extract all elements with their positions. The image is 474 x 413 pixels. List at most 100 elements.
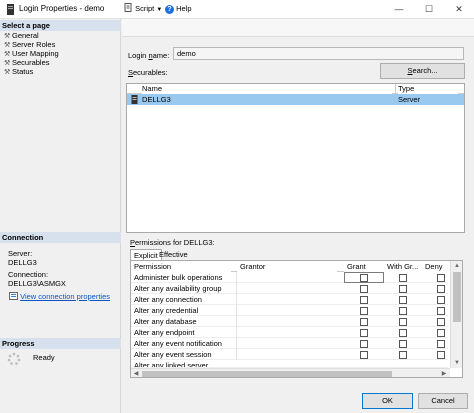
- table-row[interactable]: Alter any connection: [131, 294, 448, 305]
- securable-name: DELLG3: [142, 95, 171, 104]
- column-header-grantor[interactable]: Grantor: [237, 261, 337, 272]
- maximize-button[interactable]: ☐: [414, 0, 444, 19]
- column-divider: [395, 84, 396, 94]
- scroll-left-arrow-icon[interactable]: ◀: [131, 369, 141, 377]
- select-page-header: Select a page: [0, 20, 121, 31]
- grant-checkbox[interactable]: [360, 285, 368, 293]
- grant-checkbox[interactable]: [360, 274, 368, 282]
- grant-checkbox[interactable]: [360, 307, 368, 315]
- column-divider: [236, 349, 237, 360]
- column-divider: [236, 327, 237, 338]
- wrench-icon: ⚒: [4, 69, 11, 76]
- login-name-field[interactable]: demo: [173, 47, 464, 60]
- help-icon: ?: [165, 5, 174, 14]
- scroll-right-arrow-icon[interactable]: ▶: [439, 369, 449, 377]
- grant-checkbox[interactable]: [360, 329, 368, 337]
- table-row[interactable]: Alter any database: [131, 316, 448, 327]
- permissions-label: Permissions for DELLG3:: [130, 238, 215, 247]
- connection-value: DELLG3\ASMGX: [8, 279, 66, 288]
- view-connection-properties-link[interactable]: View connection properties: [9, 292, 110, 301]
- permissions-grid[interactable]: Permission Grantor Grant With Gr... Deny…: [130, 260, 463, 378]
- deny-checkbox[interactable]: [437, 296, 445, 304]
- permission-name: Alter any credential: [134, 306, 199, 315]
- tab-effective[interactable]: Effective: [156, 249, 191, 260]
- scroll-down-arrow-icon[interactable]: ▼: [452, 358, 462, 368]
- table-row[interactable]: Alter any linked server: [131, 360, 448, 368]
- progress-header: Progress: [0, 338, 121, 349]
- grant-checkbox[interactable]: [360, 318, 368, 326]
- permission-name: Alter any connection: [134, 295, 202, 304]
- column-header-permission[interactable]: Permission: [131, 261, 231, 272]
- page-item-general[interactable]: ⚒ General: [4, 31, 39, 40]
- column-divider: [236, 305, 237, 316]
- permission-name: Alter any database: [134, 317, 197, 326]
- connection-label: Connection:: [8, 270, 49, 279]
- deny-checkbox[interactable]: [437, 329, 445, 337]
- page-item-status[interactable]: ⚒ Status: [4, 67, 33, 76]
- connection-header: Connection: [0, 232, 121, 243]
- with-grant-checkbox[interactable]: [399, 329, 407, 337]
- close-button[interactable]: ✕: [444, 0, 474, 19]
- grant-checkbox[interactable]: [360, 296, 368, 304]
- scrollbar-thumb[interactable]: [142, 371, 392, 377]
- cancel-button[interactable]: Cancel: [418, 393, 468, 409]
- grant-checkbox[interactable]: [360, 351, 368, 359]
- login-name-label: Login name:: [128, 51, 170, 60]
- permission-name: Alter any availability group: [134, 284, 222, 293]
- page-item-securables[interactable]: ⚒ Securables: [4, 58, 50, 67]
- with-grant-checkbox[interactable]: [399, 307, 407, 315]
- securable-type: Server: [398, 95, 421, 104]
- table-row[interactable]: Alter any event session: [131, 349, 448, 360]
- page-item-user-mapping[interactable]: ⚒ User Mapping: [4, 49, 59, 58]
- permission-name: Alter any event session: [134, 350, 212, 359]
- with-grant-checkbox[interactable]: [399, 340, 407, 348]
- horizontal-scrollbar[interactable]: ◀ ▶: [131, 368, 450, 377]
- deny-checkbox[interactable]: [437, 274, 445, 282]
- column-divider: [236, 283, 237, 294]
- help-button[interactable]: ? Help: [165, 3, 192, 15]
- column-header-grant[interactable]: Grant: [344, 261, 384, 272]
- column-divider: [236, 316, 237, 327]
- table-row[interactable]: Alter any event notification: [131, 338, 448, 349]
- column-header-deny[interactable]: Deny: [422, 261, 452, 272]
- toolbar: [122, 19, 474, 37]
- deny-checkbox[interactable]: [437, 285, 445, 293]
- ok-button[interactable]: OK: [362, 393, 413, 409]
- deny-checkbox[interactable]: [437, 351, 445, 359]
- search-button[interactable]: Search...: [380, 63, 465, 79]
- column-header-with-grant[interactable]: With Gr...: [384, 261, 424, 272]
- permission-name: Administer bulk operations: [134, 273, 223, 282]
- with-grant-checkbox[interactable]: [399, 296, 407, 304]
- vertical-scrollbar[interactable]: ▲ ▼: [450, 261, 462, 368]
- script-button[interactable]: Script ▼: [124, 3, 162, 16]
- table-row[interactable]: Alter any availability group: [131, 283, 448, 294]
- permission-name: Alter any linked server: [134, 361, 209, 368]
- progress-spinner-icon: [7, 352, 21, 365]
- server-icon: [131, 95, 138, 104]
- column-divider: [236, 294, 237, 305]
- minimize-button[interactable]: —: [384, 0, 414, 19]
- permission-name: Alter any event notification: [134, 339, 222, 348]
- with-grant-checkbox[interactable]: [399, 351, 407, 359]
- with-grant-checkbox[interactable]: [399, 285, 407, 293]
- grant-checkbox[interactable]: [360, 340, 368, 348]
- page-item-server-roles[interactable]: ⚒ Server Roles: [4, 40, 55, 49]
- deny-checkbox[interactable]: [437, 318, 445, 326]
- server-value: DELLG3: [8, 258, 37, 267]
- scrollbar-thumb[interactable]: [453, 272, 461, 322]
- deny-checkbox[interactable]: [437, 307, 445, 315]
- scroll-up-arrow-icon[interactable]: ▲: [452, 261, 462, 271]
- window-title: Login Properties - demo: [19, 4, 105, 13]
- table-row[interactable]: Administer bulk operations: [131, 272, 448, 283]
- with-grant-checkbox[interactable]: [399, 318, 407, 326]
- column-divider: [236, 272, 237, 283]
- table-row[interactable]: Alter any credential: [131, 305, 448, 316]
- table-row[interactable]: Alter any endpoint: [131, 327, 448, 338]
- securables-grid[interactable]: Name Type DELLG3 Server: [126, 83, 465, 233]
- deny-checkbox[interactable]: [437, 340, 445, 348]
- column-header-type[interactable]: Type: [398, 84, 458, 94]
- column-header-name[interactable]: Name: [142, 84, 392, 94]
- with-grant-checkbox[interactable]: [399, 274, 407, 282]
- properties-icon: [9, 292, 18, 300]
- permission-name: Alter any endpoint: [134, 328, 195, 337]
